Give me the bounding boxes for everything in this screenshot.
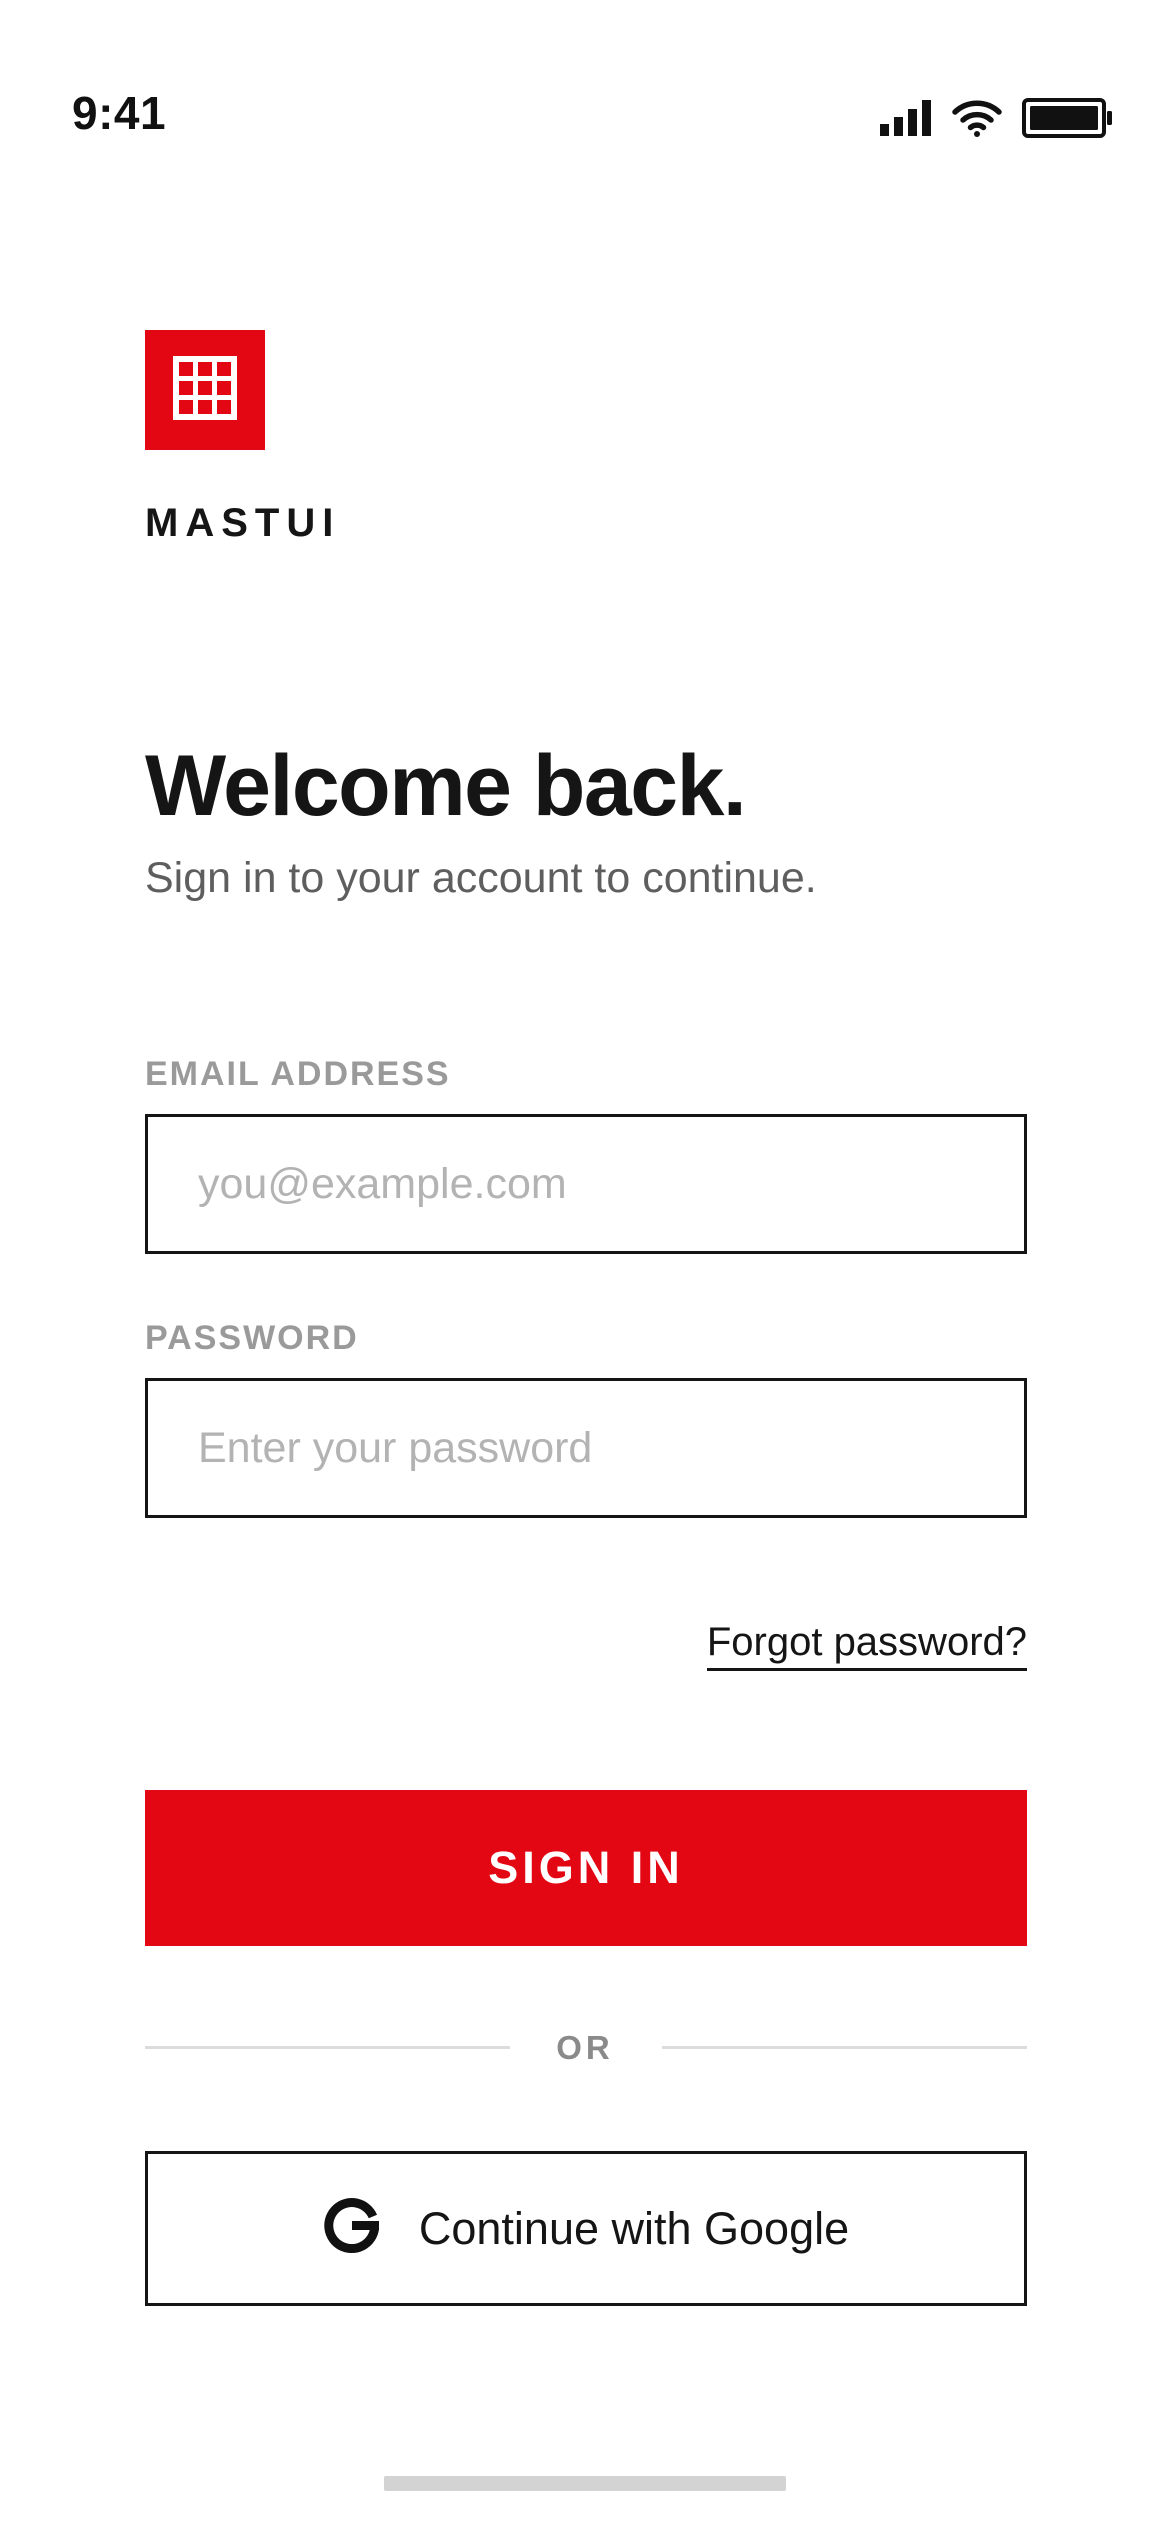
password-label: PASSWORD bbox=[145, 1319, 359, 1357]
password-field[interactable] bbox=[148, 1381, 1024, 1515]
cellular-signal-icon bbox=[880, 99, 932, 141]
email-field-container bbox=[145, 1114, 1027, 1254]
grid-logo-icon bbox=[173, 355, 237, 425]
status-time: 9:41 bbox=[72, 87, 167, 139]
divider-line-left bbox=[145, 2046, 510, 2049]
brand-wordmark: MASTUI bbox=[145, 501, 341, 545]
status-icons bbox=[880, 97, 1114, 143]
wifi-icon bbox=[952, 99, 1002, 142]
email-field[interactable] bbox=[148, 1117, 1024, 1251]
divider-text: OR bbox=[556, 2029, 614, 2066]
divider-line-right bbox=[662, 2046, 1027, 2049]
home-indicator[interactable] bbox=[384, 2476, 786, 2491]
sign-in-button[interactable]: SIGN IN bbox=[145, 1790, 1027, 1946]
continue-with-google-button[interactable]: Continue with Google bbox=[145, 2151, 1027, 2306]
google-g-icon bbox=[323, 2197, 381, 2260]
forgot-password-link[interactable]: Forgot password? bbox=[706, 1618, 1027, 1671]
page-subtitle: Sign in to your account to continue. bbox=[145, 854, 817, 902]
sign-in-button-label: SIGN IN bbox=[488, 1842, 684, 1893]
brand-logo bbox=[145, 330, 265, 450]
page-title: Welcome back. bbox=[145, 738, 747, 834]
google-button-label: Continue with Google bbox=[418, 2202, 850, 2254]
battery-icon bbox=[1022, 97, 1114, 143]
email-label: EMAIL ADDRESS bbox=[145, 1055, 451, 1093]
password-field-container bbox=[145, 1378, 1027, 1518]
